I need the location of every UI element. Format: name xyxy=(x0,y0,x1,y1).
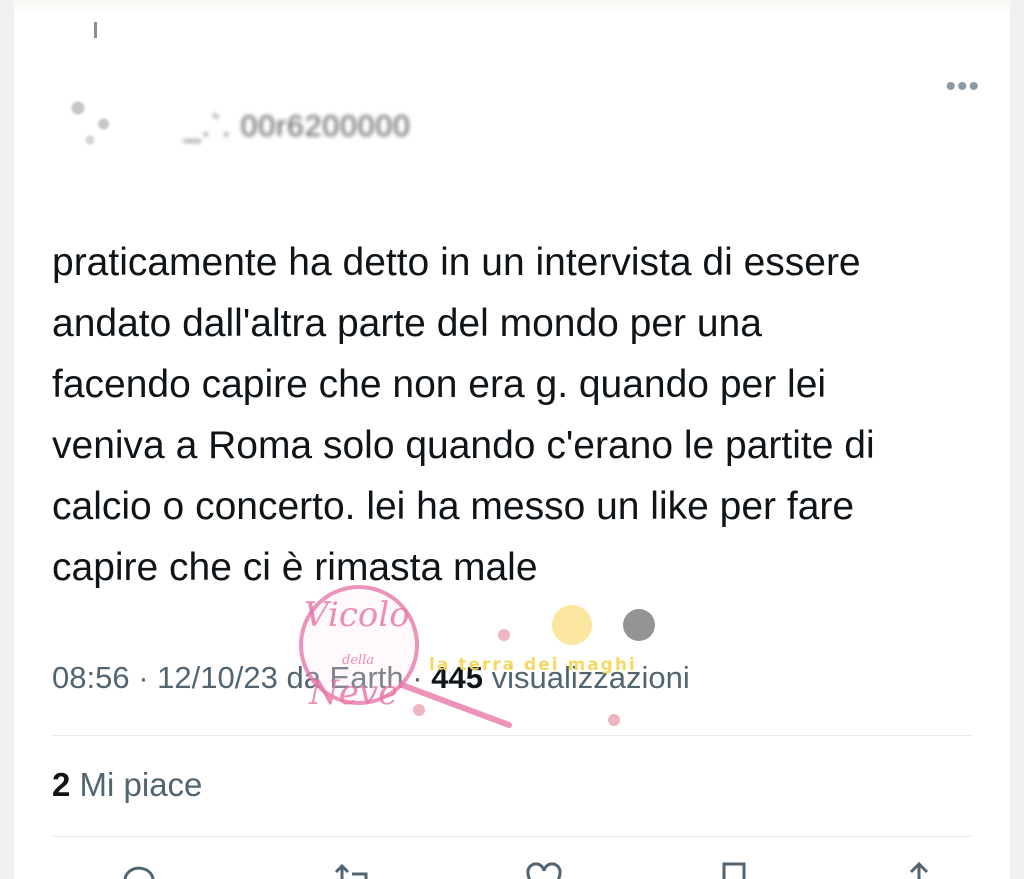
tweet-header: _.`. 00r6200000 ••• xyxy=(54,70,980,160)
likes-count: 2 xyxy=(52,766,71,803)
top-strip xyxy=(14,0,1010,14)
more-horizontal-icon[interactable]: ••• xyxy=(945,72,980,102)
bookmark-icon[interactable] xyxy=(712,858,756,879)
watermark-line1: Vicolo xyxy=(304,595,410,635)
views-label: visualizzazioni xyxy=(491,660,690,695)
tweet-screenshot: _.`. 00r6200000 ••• praticamente ha dett… xyxy=(0,0,1024,879)
tweet-text: praticamente ha detto in un intervista d… xyxy=(52,241,875,589)
divider xyxy=(52,735,972,736)
share-icon[interactable] xyxy=(897,858,941,879)
author-handle[interactable]: _.`. 00r6200000 xyxy=(184,110,411,144)
divider xyxy=(52,836,972,837)
meta-separator: · xyxy=(138,660,149,695)
views-count: 445 xyxy=(431,660,483,695)
tweet-source: da Earth xyxy=(286,660,404,695)
like-icon[interactable] xyxy=(522,858,566,879)
tweet-date[interactable]: 12/10/23 xyxy=(157,660,278,695)
cropped-edge xyxy=(94,22,97,38)
reply-icon[interactable] xyxy=(117,858,161,879)
likes-count-link[interactable]: 2 Mi piace xyxy=(52,766,202,804)
meta-separator: · xyxy=(412,660,423,695)
avatar[interactable] xyxy=(54,80,134,160)
likes-label: Mi piace xyxy=(79,766,203,803)
retweet-icon[interactable] xyxy=(332,858,376,879)
tweet-meta: 08:56 · 12/10/23 da Earth · 445 visualiz… xyxy=(52,660,690,696)
action-bar xyxy=(52,858,972,879)
tweet-time[interactable]: 08:56 xyxy=(52,660,130,695)
